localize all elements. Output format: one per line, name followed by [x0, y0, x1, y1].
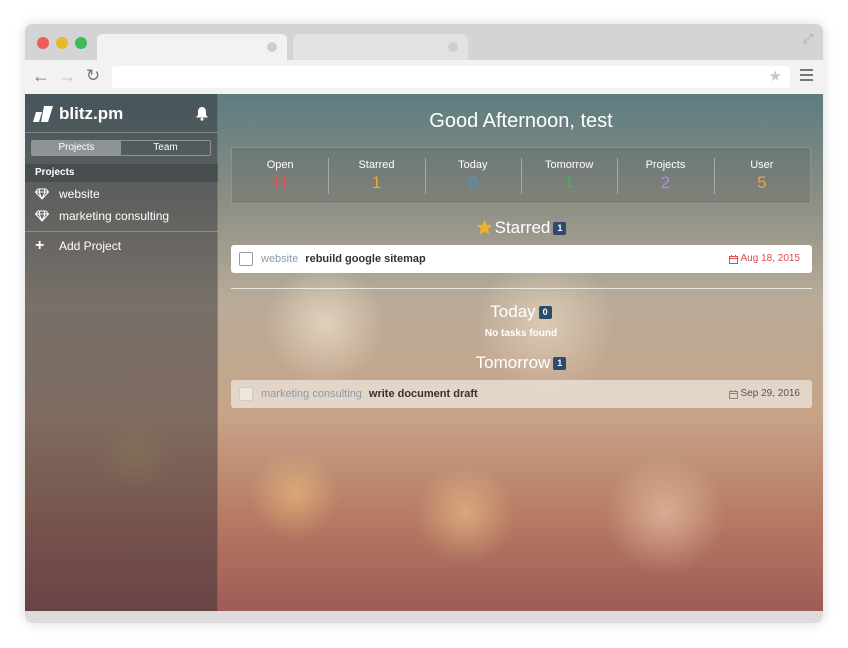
minimize-window-button[interactable]: [56, 37, 68, 49]
browser-tab-inactive[interactable]: [293, 34, 468, 60]
stat-today[interactable]: Today 0: [424, 148, 521, 203]
tomorrow-heading: Tomorrow 1: [219, 353, 823, 373]
sidebar-item-label: website: [59, 187, 100, 201]
task-project-link[interactable]: marketing consulting: [261, 388, 362, 400]
calendar-icon: [728, 254, 738, 264]
stat-label: User: [750, 159, 774, 171]
main-content: Good Afternoon, test Open 11 Starred 1 T…: [219, 94, 823, 611]
logo-icon: [33, 106, 53, 122]
task-row[interactable]: website rebuild google sitemap Aug 18, 2…: [231, 245, 812, 273]
sidebar-item-label: marketing consulting: [59, 209, 170, 223]
brand[interactable]: blitz.pm: [33, 102, 123, 126]
stat-value: 2: [660, 173, 671, 192]
count-badge: 0: [538, 306, 552, 319]
section-title-text: Today: [490, 302, 536, 321]
stat-value: 11: [271, 173, 289, 192]
browser-tab-active[interactable]: [97, 34, 287, 60]
stat-label: Starred: [358, 159, 395, 171]
address-bar[interactable]: ★: [112, 66, 790, 88]
stat-value: 1: [371, 173, 382, 192]
fullscreen-icon[interactable]: ⤢: [801, 32, 815, 46]
projects-section-header: Projects: [25, 164, 218, 182]
task-due-date: Sep 29, 2016: [728, 380, 801, 408]
add-project-button[interactable]: + Add Project: [25, 235, 218, 257]
stat-tomorrow[interactable]: Tomorrow 1: [520, 148, 617, 203]
tab-close-icon[interactable]: [267, 42, 277, 52]
section-title-text: Starred: [494, 218, 551, 237]
stat-label: Projects: [645, 159, 686, 171]
stat-label: Today: [458, 159, 488, 171]
empty-state-text: No tasks found: [484, 328, 558, 339]
forward-arrow-icon[interactable]: →: [57, 66, 77, 86]
bookmark-star-icon[interactable]: ★: [769, 66, 782, 88]
add-project-label: Add Project: [59, 239, 122, 253]
page-title: Good Afternoon, test: [429, 110, 613, 132]
maximize-window-button[interactable]: [75, 37, 87, 49]
section-title-text: Tomorrow: [475, 353, 551, 372]
stat-projects[interactable]: Projects 2: [617, 148, 713, 203]
task-date-text: Sep 29, 2016: [740, 388, 801, 399]
task-title[interactable]: write document draft: [369, 388, 478, 400]
tab-team[interactable]: Team: [121, 141, 210, 155]
browser-window: ⤢ ← → ↻ ★ blitz.pm Projects Team Project…: [25, 24, 823, 623]
stat-label: Tomorrow: [545, 159, 594, 171]
plus-icon: +: [35, 237, 45, 254]
today-heading: Today 0: [219, 302, 823, 322]
count-badge: 1: [553, 222, 567, 235]
task-checkbox[interactable]: [239, 387, 253, 401]
task-project-link[interactable]: website: [261, 253, 298, 265]
stats-bar: Open 11 Starred 1 Today 0 Tomorrow 1 Pro…: [231, 147, 811, 204]
bell-icon[interactable]: [195, 106, 209, 121]
projects-team-toggle: Projects Team: [31, 140, 211, 156]
tab-projects[interactable]: Projects: [32, 141, 121, 155]
browser-menu-icon[interactable]: [800, 69, 813, 81]
task-date-text: Aug 18, 2015: [740, 253, 801, 264]
star-icon: [476, 219, 492, 235]
stat-value: 0: [468, 173, 478, 192]
tab-close-icon[interactable]: [448, 42, 458, 52]
divider: [231, 288, 812, 289]
browser-titlebar: ⤢: [25, 24, 823, 60]
task-title[interactable]: rebuild google sitemap: [305, 253, 425, 265]
divider: [25, 231, 218, 232]
stat-label: Open: [266, 159, 294, 171]
stat-value: 5: [757, 173, 767, 192]
sidebar: blitz.pm Projects Team Projects website: [25, 94, 218, 611]
close-window-button[interactable]: [37, 37, 49, 49]
task-row[interactable]: marketing consulting write document draf…: [231, 380, 812, 408]
divider: [25, 132, 218, 133]
sidebar-item-website[interactable]: website: [25, 183, 218, 205]
starred-heading: Starred 1: [219, 218, 823, 238]
count-badge: 1: [553, 357, 567, 370]
task-checkbox[interactable]: [239, 252, 253, 266]
task-due-date: Aug 18, 2015: [728, 245, 801, 273]
diamond-icon: [35, 210, 49, 222]
stat-value: 1: [564, 173, 574, 192]
calendar-icon: [728, 389, 738, 399]
brand-name: blitz.pm: [59, 104, 124, 123]
browser-toolbar: ← → ↻ ★: [25, 60, 823, 94]
back-arrow-icon[interactable]: ←: [31, 66, 51, 86]
reload-icon[interactable]: ↻: [83, 66, 103, 86]
stat-open[interactable]: Open 11: [232, 148, 328, 203]
app-viewport: blitz.pm Projects Team Projects website: [25, 94, 823, 611]
stat-user[interactable]: User 5: [713, 148, 810, 203]
stat-starred[interactable]: Starred 1: [328, 148, 424, 203]
sidebar-item-marketing-consulting[interactable]: marketing consulting: [25, 205, 218, 227]
diamond-icon: [35, 188, 49, 200]
